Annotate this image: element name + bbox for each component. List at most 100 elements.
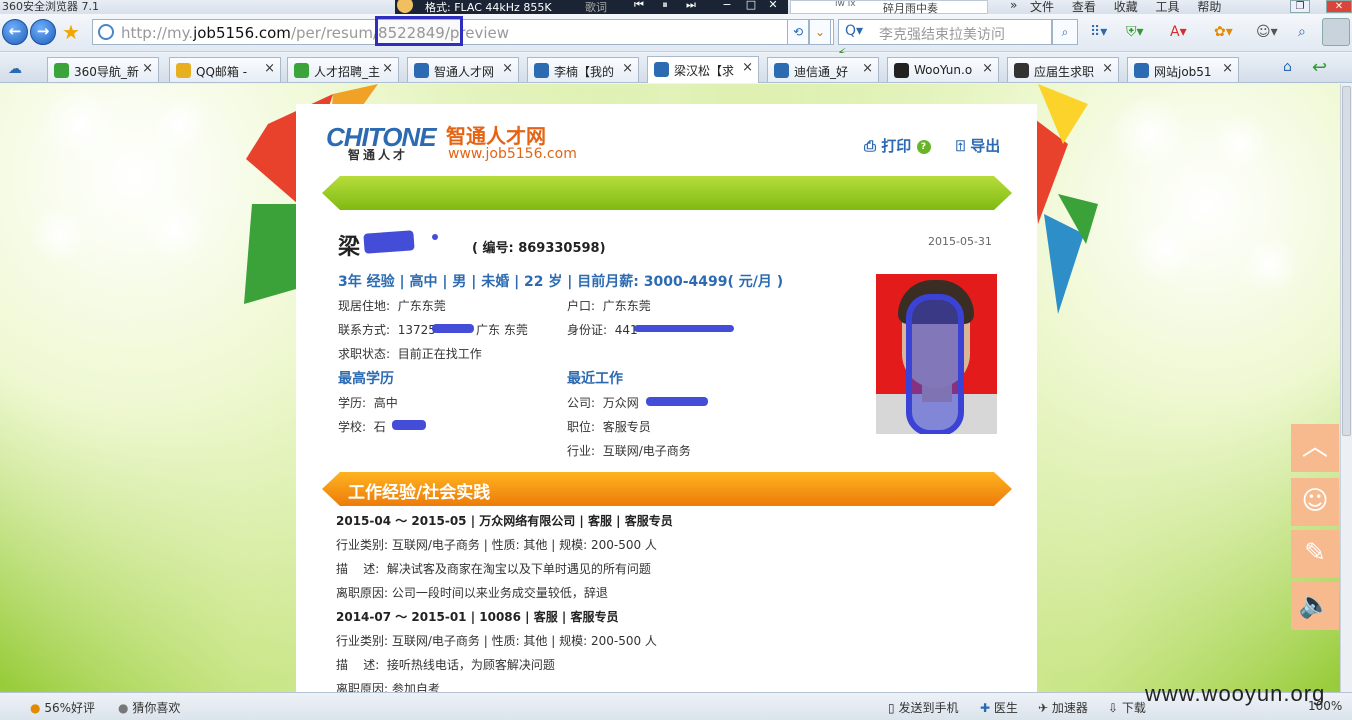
menu-favorites[interactable]: 收藏 bbox=[1114, 0, 1138, 14]
back-button[interactable]: ← bbox=[2, 19, 28, 45]
tab-favicon-icon bbox=[176, 63, 191, 78]
minimize-player-icon[interactable]: − bbox=[719, 0, 735, 11]
menu-help[interactable]: 帮助 bbox=[1197, 0, 1221, 14]
tab-6[interactable]: 梁汉松【求 × bbox=[647, 56, 759, 83]
accelerator-item[interactable]: ✈ 加速器 bbox=[1038, 699, 1088, 716]
cloud-icon[interactable]: ☁ bbox=[8, 61, 22, 77]
decor-bubble bbox=[1110, 94, 1190, 174]
tab-9[interactable]: 应届生求职 × bbox=[1007, 57, 1119, 82]
pause-icon[interactable]: ⏸ bbox=[657, 0, 673, 12]
emoji-icon[interactable]: ☺▾ bbox=[1256, 24, 1278, 40]
vertical-scrollbar[interactable] bbox=[1340, 84, 1352, 692]
globe-icon bbox=[98, 24, 114, 40]
scrollbar-thumb[interactable] bbox=[1342, 86, 1351, 436]
customer-service-button[interactable]: ☺ bbox=[1291, 478, 1339, 526]
industry-row: 行业: 互联网/电子商务 bbox=[567, 444, 691, 458]
position-row: 职位: 客服专员 bbox=[567, 420, 651, 434]
scroll-top-button[interactable]: ︿ bbox=[1291, 424, 1339, 472]
idcard-row: 身份证: 441 bbox=[567, 323, 638, 337]
close-player-icon[interactable]: ✕ bbox=[765, 0, 781, 11]
decor-bubble bbox=[40, 84, 120, 164]
chevron-right-icon[interactable]: » bbox=[1010, 0, 1017, 12]
site-logo[interactable]: CHITONE 智通人才 智通人才网 www.job5156.com bbox=[326, 122, 577, 162]
tab-3[interactable]: 人才招聘_主 × bbox=[287, 57, 399, 82]
tab-4[interactable]: 智通人才网 × bbox=[407, 57, 519, 82]
school-row: 学校: 石 bbox=[338, 420, 386, 434]
song-title-box: iw ix 碎月雨中奏 bbox=[790, 0, 988, 15]
logo-url: www.job5156.com bbox=[448, 146, 577, 162]
send-to-phone-item[interactable]: ▯ 发送到手机 bbox=[888, 699, 958, 716]
next-track-icon[interactable]: ⏭ bbox=[683, 0, 699, 12]
tab-8[interactable]: WooYun.o × bbox=[887, 57, 999, 82]
menu-file[interactable]: 文件 bbox=[1030, 0, 1054, 14]
job-1-meta: 行业类别: 互联网/电子商务 | 性质: 其他 | 规模: 200-500 人 bbox=[336, 538, 657, 552]
export-icon: ⍐ bbox=[956, 137, 966, 155]
decor-bubble bbox=[1240, 234, 1300, 294]
home-icon[interactable]: ⌂ bbox=[1283, 59, 1292, 75]
apps-grid-icon[interactable]: ⠿▾ bbox=[1090, 24, 1107, 40]
tab-label: 智通人才网 bbox=[434, 65, 495, 79]
decor-bubble bbox=[1130, 214, 1200, 284]
doctor-item[interactable]: ✚ 医生 bbox=[980, 699, 1018, 716]
rating-item[interactable]: ● 56%好评 bbox=[30, 699, 95, 716]
download-icon: ⇩ bbox=[1108, 701, 1119, 715]
tab-close-icon[interactable]: × bbox=[982, 61, 993, 76]
job-2-reason: 离职原因: 参加自考 bbox=[336, 682, 440, 692]
menu-tools[interactable]: 工具 bbox=[1156, 0, 1180, 14]
print-button[interactable]: ⎙ 打印 ? bbox=[864, 135, 931, 156]
tab-close-icon[interactable]: × bbox=[264, 61, 275, 76]
education-title: 最高学历 bbox=[338, 371, 394, 387]
tab-close-icon[interactable]: × bbox=[142, 61, 153, 76]
lyrics-button[interactable]: 歌词 bbox=[585, 0, 607, 15]
sound-button[interactable]: 🔈 bbox=[1291, 582, 1339, 630]
restore-window-icon[interactable]: ❐ bbox=[1290, 0, 1310, 13]
logo-brand-sub: 智通人才 bbox=[348, 148, 409, 162]
export-button[interactable]: ⍐ 导出 bbox=[956, 135, 1000, 156]
favorite-star-icon[interactable]: ★ bbox=[62, 20, 80, 44]
doctor-icon: ✚ bbox=[980, 701, 991, 715]
tab-favicon-icon bbox=[774, 63, 789, 78]
tab-favicon-icon bbox=[894, 63, 909, 78]
translate-icon[interactable]: A▾ bbox=[1170, 24, 1187, 40]
edit-button[interactable]: ✎ bbox=[1291, 530, 1339, 578]
tab-close-icon[interactable]: × bbox=[742, 60, 753, 75]
tab-2[interactable]: QQ邮箱 - × bbox=[169, 57, 281, 82]
guess-item[interactable]: ● 猜你喜欢 bbox=[118, 699, 180, 716]
tab-10[interactable]: 网站job51 × bbox=[1127, 57, 1239, 82]
tab-close-icon[interactable]: × bbox=[502, 61, 513, 76]
tab-7[interactable]: 迪信通_好 × bbox=[767, 57, 879, 82]
forward-button[interactable]: → bbox=[30, 19, 56, 45]
search-engine-icon[interactable]: Q▾ bbox=[845, 23, 863, 39]
tab-close-icon[interactable]: × bbox=[862, 61, 873, 76]
dropdown-button[interactable]: ⌄ bbox=[809, 19, 831, 45]
tab-close-icon[interactable]: × bbox=[622, 61, 633, 76]
plugin-icon[interactable]: ✿▾ bbox=[1214, 24, 1233, 40]
tab-close-icon[interactable]: × bbox=[1222, 61, 1233, 76]
job-2-desc: 描 述: 接听热线电话，为顾客解决问题 bbox=[336, 658, 555, 672]
undo-close-icon[interactable]: ↩ bbox=[1312, 57, 1327, 78]
zoom-level[interactable]: 100% bbox=[1308, 699, 1342, 713]
search-button[interactable]: ⌕ bbox=[1052, 19, 1078, 45]
help-icon[interactable]: ? bbox=[916, 139, 931, 154]
maximize-player-icon[interactable]: □ bbox=[743, 0, 759, 11]
address-input[interactable]: http://my.job5156.com/per/resum/8522849/… bbox=[92, 19, 850, 62]
menu-view[interactable]: 查看 bbox=[1072, 0, 1096, 14]
window-controls: ❐ ✕ bbox=[1290, 0, 1352, 14]
contact-city: 广东 东莞 bbox=[476, 323, 528, 337]
tab-close-icon[interactable]: × bbox=[382, 61, 393, 76]
tab-1[interactable]: 360导航_新 × bbox=[47, 57, 159, 82]
resume-card: CHITONE 智通人才 智通人才网 www.job5156.com ⎙ 打印 … bbox=[296, 104, 1037, 692]
tab-5[interactable]: 李楠【我的 × bbox=[527, 57, 639, 82]
prev-track-icon[interactable]: ⏮ bbox=[631, 0, 647, 12]
tab-favicon-icon bbox=[54, 63, 69, 78]
zoom-icon[interactable]: ⌕ bbox=[1298, 24, 1306, 40]
search-input[interactable]: Q▾ 李克强结束拉美访问 bbox=[838, 19, 1052, 45]
tab-favicon-icon bbox=[414, 63, 429, 78]
download-item[interactable]: ⇩ 下载 bbox=[1108, 699, 1146, 716]
user-avatar[interactable] bbox=[1322, 18, 1350, 46]
tab-bar: ☁ 360导航_新 × QQ邮箱 - × 人才招聘_主 × 智通人才网 × 李楠【我的 × 梁汉松【… bbox=[0, 53, 1352, 83]
close-window-icon[interactable]: ✕ bbox=[1326, 0, 1352, 13]
tab-close-icon[interactable]: × bbox=[1102, 61, 1113, 76]
shield-icon[interactable]: ⛨▾ bbox=[1126, 24, 1144, 40]
refresh-button[interactable]: ⟲ bbox=[787, 19, 809, 45]
